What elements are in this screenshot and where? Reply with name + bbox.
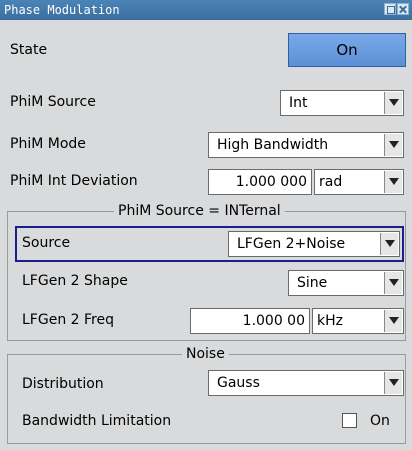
phim-int-deviation-input[interactable]: 1.000 000 bbox=[208, 169, 312, 195]
phim-int-deviation-value: 1.000 000 bbox=[235, 174, 307, 190]
distribution-value: Gauss bbox=[217, 375, 260, 391]
phim-source-label: PhiM Source bbox=[10, 94, 96, 110]
internal-panel-title: PhiM Source = INTernal bbox=[114, 202, 285, 220]
state-toggle-button[interactable]: On bbox=[288, 33, 406, 67]
bandwidth-limitation-checkbox[interactable] bbox=[342, 413, 357, 428]
phim-source-select[interactable]: Int bbox=[280, 90, 404, 116]
lfgen2-freq-value: 1.000 00 bbox=[242, 313, 305, 329]
close-icon[interactable] bbox=[397, 3, 409, 15]
state-toggle-label: On bbox=[336, 41, 358, 59]
phim-deviation-unit-value: rad bbox=[319, 174, 343, 190]
chevron-down-icon bbox=[384, 272, 402, 294]
distribution-select[interactable]: Gauss bbox=[208, 370, 404, 396]
source-select[interactable]: LFGen 2+Noise bbox=[228, 231, 400, 257]
lfgen2-freq-label: LFGen 2 Freq bbox=[22, 312, 114, 328]
noise-panel: Noise bbox=[7, 345, 406, 444]
phim-mode-select[interactable]: High Bandwidth bbox=[208, 132, 404, 158]
phim-deviation-unit-select[interactable]: rad bbox=[314, 169, 404, 195]
phim-mode-label: PhiM Mode bbox=[10, 136, 86, 152]
lfgen2-freq-input[interactable]: 1.000 00 bbox=[190, 308, 310, 334]
bandwidth-limitation-on-label: On bbox=[370, 413, 390, 429]
title-bar: Phase Modulation bbox=[0, 0, 412, 20]
chevron-down-icon bbox=[384, 171, 402, 193]
title-buttons bbox=[384, 3, 409, 15]
state-label: State bbox=[10, 42, 48, 58]
phim-source-value: Int bbox=[289, 95, 308, 111]
phim-mode-value: High Bandwidth bbox=[217, 137, 329, 153]
bandwidth-limitation-label: Bandwidth Limitation bbox=[22, 413, 172, 429]
chevron-down-icon bbox=[384, 134, 402, 156]
phase-modulation-dialog: Phase Modulation State On PhiM Source In… bbox=[0, 0, 412, 450]
chevron-down-icon bbox=[380, 233, 398, 255]
lfgen2-shape-value: Sine bbox=[297, 275, 328, 291]
source-value: LFGen 2+Noise bbox=[237, 236, 346, 252]
noise-panel-title: Noise bbox=[182, 345, 229, 363]
source-label: Source bbox=[22, 235, 71, 251]
lfgen2-freq-unit-select[interactable]: kHz bbox=[312, 308, 404, 334]
lfgen2-shape-select[interactable]: Sine bbox=[288, 270, 404, 296]
lfgen2-freq-unit-value: kHz bbox=[317, 313, 343, 329]
chevron-down-icon bbox=[384, 310, 402, 332]
chevron-down-icon bbox=[384, 92, 402, 114]
window-title: Phase Modulation bbox=[4, 3, 120, 17]
lfgen2-shape-label: LFGen 2 Shape bbox=[22, 273, 128, 289]
chevron-down-icon bbox=[384, 372, 402, 394]
distribution-label: Distribution bbox=[22, 376, 104, 392]
phim-int-deviation-label: PhiM Int Deviation bbox=[10, 173, 138, 189]
maximize-icon[interactable] bbox=[384, 3, 396, 15]
